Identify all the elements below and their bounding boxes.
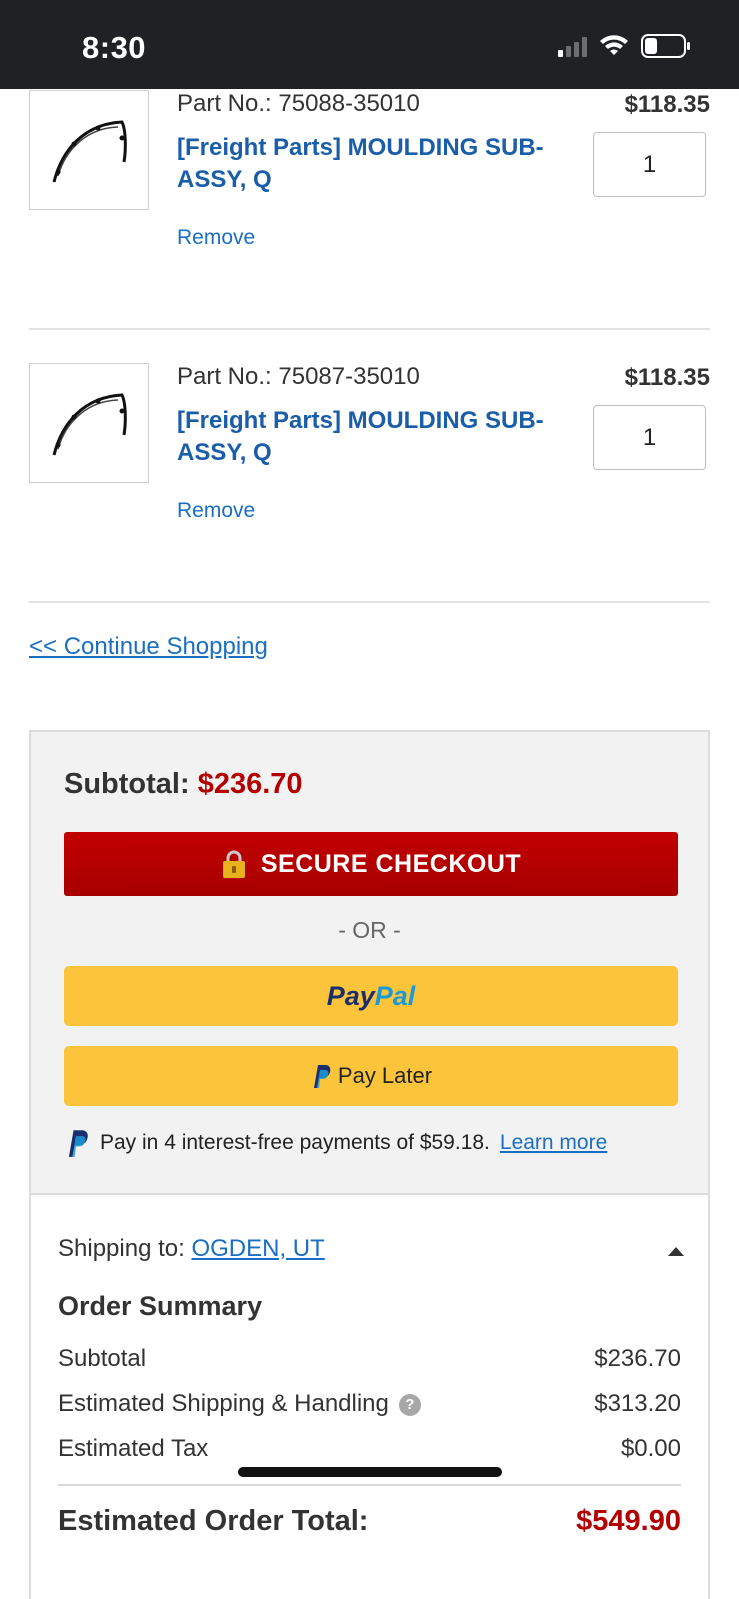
cellular-signal-icon <box>558 35 587 57</box>
order-summary-title: Order Summary <box>58 1291 263 1321</box>
paypal-logo-pal: Pal <box>374 980 416 1011</box>
divider <box>58 1484 681 1486</box>
summary-value: $0.00 <box>620 1435 681 1462</box>
pay-later-button[interactable]: Pay Later <box>64 1046 678 1106</box>
summary-row-shipping: Estimated Shipping & Handling? $313.20 <box>58 1390 681 1418</box>
battery-icon <box>641 34 691 58</box>
help-icon[interactable]: ? <box>398 1393 421 1416</box>
shipping-city-link[interactable]: OGDEN, UT <box>191 1235 324 1262</box>
or-separator: - OR - <box>338 917 401 943</box>
cart-item: Part No.: 75087-35010 $118.35 [Freight P… <box>29 363 710 593</box>
summary-value: $236.70 <box>594 1345 681 1372</box>
cart-item: Part No.: 75088-35010 $118.35 [Freight P… <box>29 90 710 320</box>
learn-more-link[interactable]: Learn more <box>500 1131 607 1155</box>
pay-later-label: Pay Later <box>337 1063 433 1088</box>
summary-row-subtotal: Subtotal $236.70 <box>58 1345 681 1373</box>
product-thumbnail[interactable] <box>29 363 149 483</box>
home-indicator[interactable] <box>238 1467 502 1477</box>
continue-shopping-link[interactable]: << Continue Shopping <box>29 633 268 661</box>
quantity-input[interactable]: 1 <box>593 405 706 470</box>
caret-up-icon[interactable] <box>668 1247 684 1256</box>
lock-icon <box>222 850 245 878</box>
moulding-part-icon <box>52 120 127 183</box>
paypal-p-icon <box>68 1130 88 1157</box>
order-total-label: Estimated Order Total: <box>58 1505 369 1537</box>
secure-checkout-button[interactable]: SECURE CHECKOUT <box>64 832 678 896</box>
shipping-to: Shipping to: OGDEN, UT <box>58 1235 325 1263</box>
summary-label: Estimated Shipping & Handling <box>58 1390 389 1417</box>
checkout-subtotal: Subtotal: $236.70 <box>64 768 303 801</box>
divider <box>29 601 710 603</box>
subtotal-value: $236.70 <box>197 768 303 800</box>
product-title-link[interactable]: [Freight Parts] MOULDING SUB-ASSY, Q <box>177 405 597 469</box>
pay-in-4-text: Pay in 4 interest-free payments of $59.1… <box>100 1131 490 1154</box>
summary-label: Subtotal <box>58 1345 147 1372</box>
summary-row-tax: Estimated Tax $0.00 <box>58 1435 681 1463</box>
order-total-value: $549.90 <box>576 1505 681 1537</box>
status-icons <box>558 34 691 58</box>
paypal-button[interactable]: Pay Pal <box>64 966 678 1026</box>
product-title-link[interactable]: [Freight Parts] MOULDING SUB-ASSY, Q <box>177 132 597 196</box>
part-number: Part No.: 75087-35010 <box>177 363 420 390</box>
divider <box>29 328 710 330</box>
summary-label: Estimated Tax <box>58 1435 209 1462</box>
shipping-to-label: Shipping to: <box>58 1235 185 1262</box>
order-total-row: Estimated Order Total: $549.90 <box>58 1505 681 1538</box>
quantity-input[interactable]: 1 <box>593 132 706 197</box>
status-bar: 8:30 <box>0 0 739 89</box>
moulding-part-icon <box>52 393 127 456</box>
part-number: Part No.: 75088-35010 <box>177 90 420 117</box>
order-summary-panel: Shipping to: OGDEN, UT Order Summary Sub… <box>29 1193 710 1599</box>
remove-link[interactable]: Remove <box>177 226 255 250</box>
summary-value: $313.20 <box>594 1390 681 1417</box>
pay-in-4-message: Pay in 4 interest-free payments of $59.1… <box>64 1128 607 1158</box>
wifi-icon <box>599 35 629 57</box>
status-time: 8:30 <box>82 30 147 65</box>
paypal-p-icon <box>313 1065 331 1088</box>
paypal-logo-pay: Pay <box>326 980 375 1011</box>
secure-checkout-label: SECURE CHECKOUT <box>260 849 522 878</box>
item-price: $118.35 <box>624 364 710 391</box>
subtotal-label: Subtotal: <box>64 768 190 800</box>
item-price: $118.35 <box>624 91 710 118</box>
checkout-panel: Subtotal: $236.70 SECURE CHECKOUT - OR -… <box>29 730 710 1194</box>
remove-link[interactable]: Remove <box>177 499 255 523</box>
product-thumbnail[interactable] <box>29 90 149 210</box>
